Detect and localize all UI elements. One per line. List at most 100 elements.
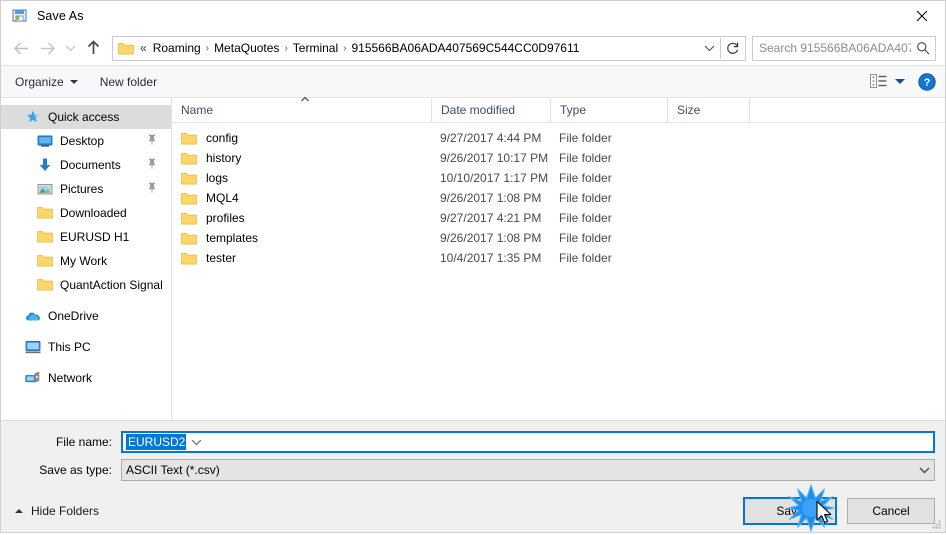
save-button-label: Save xyxy=(776,503,804,518)
up-arrow-icon xyxy=(87,40,99,54)
file-type: File folder xyxy=(559,171,612,185)
save-button[interactable]: Save xyxy=(743,496,837,525)
table-row[interactable]: templates 9/26/2017 1:08 PM File folder xyxy=(172,228,945,248)
file-date: 10/4/2017 1:35 PM xyxy=(440,251,542,265)
chevron-down-icon xyxy=(895,79,905,84)
up-button[interactable] xyxy=(80,35,106,61)
address-dropdown-button[interactable] xyxy=(698,38,720,59)
search-icon xyxy=(911,38,935,59)
pin-icon xyxy=(147,158,157,172)
network-icon xyxy=(25,370,41,386)
search-box[interactable]: Search 915566BA06ADA40756... xyxy=(752,35,936,61)
forward-button[interactable] xyxy=(34,35,60,61)
file-name: config xyxy=(206,131,239,145)
sidebar-item-eurusd-h1[interactable]: EURUSD H1 xyxy=(1,225,171,249)
file-date: 9/27/2017 4:44 PM xyxy=(440,131,542,145)
back-arrow-icon xyxy=(13,41,28,55)
folder-icon xyxy=(181,251,197,265)
help-icon: ? xyxy=(918,72,936,91)
file-name: tester xyxy=(206,251,237,265)
sidebar-item-quick-access[interactable]: Quick access xyxy=(1,105,171,129)
table-row[interactable]: tester 10/4/2017 1:35 PM File folder xyxy=(172,248,945,268)
chevron-down-icon[interactable] xyxy=(914,460,934,480)
table-row[interactable]: logs 10/10/2017 1:17 PM File folder xyxy=(172,168,945,188)
file-name: logs xyxy=(206,171,229,185)
save-as-type-select[interactable]: ASCII Text (*.csv) xyxy=(121,459,935,481)
sidebar-item-downloaded[interactable]: Downloaded xyxy=(1,201,171,225)
refresh-button[interactable] xyxy=(721,38,745,59)
file-type: File folder xyxy=(559,251,612,265)
cancel-button[interactable]: Cancel xyxy=(847,497,935,524)
new-folder-button[interactable]: New folder xyxy=(100,75,157,89)
pin-icon xyxy=(147,134,157,148)
folder-icon xyxy=(181,231,197,245)
folder-icon xyxy=(181,171,197,185)
recent-locations-button[interactable] xyxy=(60,35,80,61)
chevron-down-icon xyxy=(65,45,75,52)
file-name-cell: logs xyxy=(172,171,431,185)
sidebar-item-label: Documents xyxy=(60,158,121,172)
desktop-icon xyxy=(37,133,53,149)
sidebar-item-my-work[interactable]: My Work xyxy=(1,249,171,273)
breadcrumb-item-2[interactable]: Terminal xyxy=(289,39,342,57)
back-button[interactable] xyxy=(8,35,34,61)
hide-folders-label: Hide Folders xyxy=(31,503,100,518)
file-name: templates xyxy=(206,231,259,245)
file-name-row: File name: EURUSD2 xyxy=(1,431,945,453)
folder-icon xyxy=(37,253,53,269)
column-header-type[interactable]: Type xyxy=(550,98,667,122)
command-bar: Organize New folder ? xyxy=(1,65,945,98)
column-header-size[interactable]: Size xyxy=(667,98,749,122)
sidebar-item-pictures[interactable]: Pictures xyxy=(1,177,171,201)
column-header-date-modified[interactable]: Date modified xyxy=(431,98,550,122)
resize-grip-icon[interactable] xyxy=(930,518,942,530)
breadcrumb-item-0[interactable]: Roaming xyxy=(149,39,205,57)
file-date: 9/26/2017 1:08 PM xyxy=(440,231,542,245)
folder-icon xyxy=(118,41,134,55)
help-button[interactable]: ? xyxy=(909,72,945,91)
sidebar-item-this-pc[interactable]: This PC xyxy=(1,335,171,359)
table-row[interactable]: MQL4 9/26/2017 1:08 PM File folder xyxy=(172,188,945,208)
pin-icon xyxy=(147,182,157,196)
sidebar-item-network[interactable]: Network xyxy=(1,366,171,390)
file-name-value[interactable]: EURUSD2 xyxy=(126,434,187,450)
breadcrumb-item-3[interactable]: 915566BA06ADA407569C544CC0D97611 xyxy=(347,39,583,57)
file-name-input[interactable]: EURUSD2 xyxy=(121,431,935,453)
title-bar: Save As xyxy=(1,1,945,31)
breadcrumb-item-1[interactable]: MetaQuotes xyxy=(210,39,283,57)
organize-button[interactable]: Organize xyxy=(15,75,78,89)
file-name-cell: history xyxy=(172,151,431,165)
sidebar-item-onedrive[interactable]: OneDrive xyxy=(1,304,171,328)
sidebar-item-desktop[interactable]: Desktop xyxy=(1,129,171,153)
folder-icon xyxy=(181,131,197,145)
folder-icon xyxy=(37,229,53,245)
navigation-pane: Quick access Desktop Documents Pictures … xyxy=(1,98,172,420)
column-header-label: Date modified xyxy=(441,103,516,117)
chevron-up-icon xyxy=(15,508,23,513)
table-row[interactable]: config 9/27/2017 4:44 PM File folder xyxy=(172,128,945,148)
save-as-type-value: ASCII Text (*.csv) xyxy=(126,463,220,477)
file-list-panel: Name Date modified Type Size config 9/27… xyxy=(172,96,945,420)
column-header-name[interactable]: Name xyxy=(172,96,431,122)
table-row[interactable]: profiles 9/27/2017 4:21 PM File folder xyxy=(172,208,945,228)
hide-folders-button[interactable]: Hide Folders xyxy=(15,504,99,518)
sidebar-item-label: QuantAction Signal xyxy=(60,278,163,292)
folder-icon xyxy=(181,191,197,205)
chevron-down-icon[interactable] xyxy=(186,433,206,451)
file-list: config 9/27/2017 4:44 PM File folder his… xyxy=(172,123,945,420)
close-button[interactable] xyxy=(899,1,945,31)
change-view-button[interactable] xyxy=(870,74,905,89)
pictures-icon xyxy=(37,181,53,197)
sidebar-item-label: OneDrive xyxy=(48,309,99,323)
sidebar-item-label: This PC xyxy=(48,340,91,354)
file-name-cell: config xyxy=(172,131,431,145)
sidebar-item-documents[interactable]: Documents xyxy=(1,153,171,177)
save-as-dialog: Save As « Roaming › MetaQuotes › Termina… xyxy=(0,0,946,533)
forward-arrow-icon xyxy=(40,41,55,55)
address-bar[interactable]: « Roaming › MetaQuotes › Terminal › 9155… xyxy=(112,35,746,61)
table-row[interactable]: history 9/26/2017 10:17 PM File folder xyxy=(172,148,945,168)
search-input[interactable]: Search 915566BA06ADA40756... xyxy=(753,41,911,55)
breadcrumb-overflow[interactable]: « xyxy=(138,41,149,55)
sidebar-item-quantaction-signal[interactable]: QuantAction Signal xyxy=(1,273,171,297)
star-pin-icon xyxy=(25,109,41,125)
